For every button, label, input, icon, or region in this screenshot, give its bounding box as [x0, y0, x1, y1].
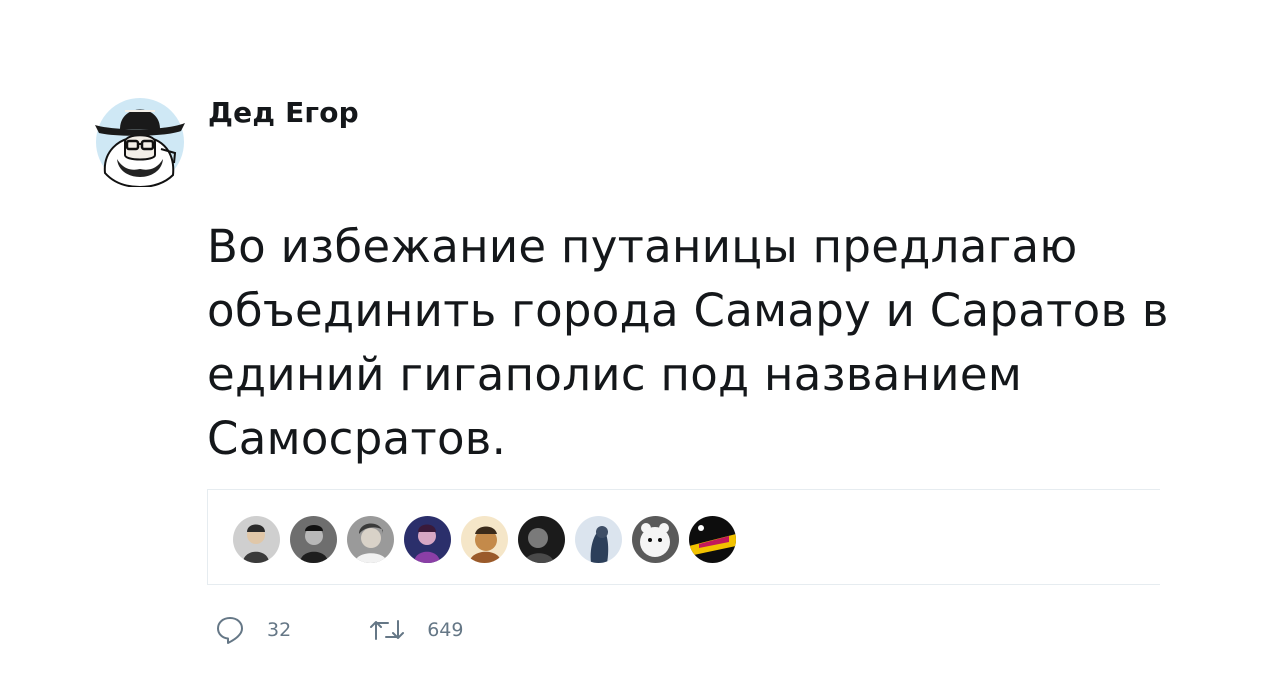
liker-avatar[interactable]	[347, 516, 394, 563]
reply-button[interactable]: 32	[215, 615, 291, 645]
likers-list	[233, 516, 736, 563]
liker-avatar[interactable]	[404, 516, 451, 563]
liker-avatar[interactable]	[290, 516, 337, 563]
reply-count: 32	[267, 619, 292, 641]
liker-avatar[interactable]	[632, 516, 679, 563]
retweet-count: 649	[427, 619, 464, 641]
retweet-button[interactable]: 649	[369, 617, 463, 643]
tweet-card: Дед Егор Во избежание путаницы предлагаю…	[0, 0, 1280, 693]
liker-avatar[interactable]	[233, 516, 280, 563]
liker-avatar[interactable]	[518, 516, 565, 563]
liker-avatar[interactable]	[575, 516, 622, 563]
reply-icon	[217, 617, 243, 644]
bearded-man-in-hat-avatar-icon	[95, 98, 185, 189]
retweet-icon	[370, 620, 405, 640]
tweet-actions: 32 649	[215, 615, 463, 645]
liker-avatar[interactable]	[461, 516, 508, 563]
tweet-text: Во избежание путаницы предлагаю объедини…	[207, 220, 1169, 465]
liker-avatar[interactable]	[689, 516, 736, 563]
author-avatar[interactable]	[95, 97, 185, 189]
author-name[interactable]: Дед Егор	[208, 96, 359, 129]
